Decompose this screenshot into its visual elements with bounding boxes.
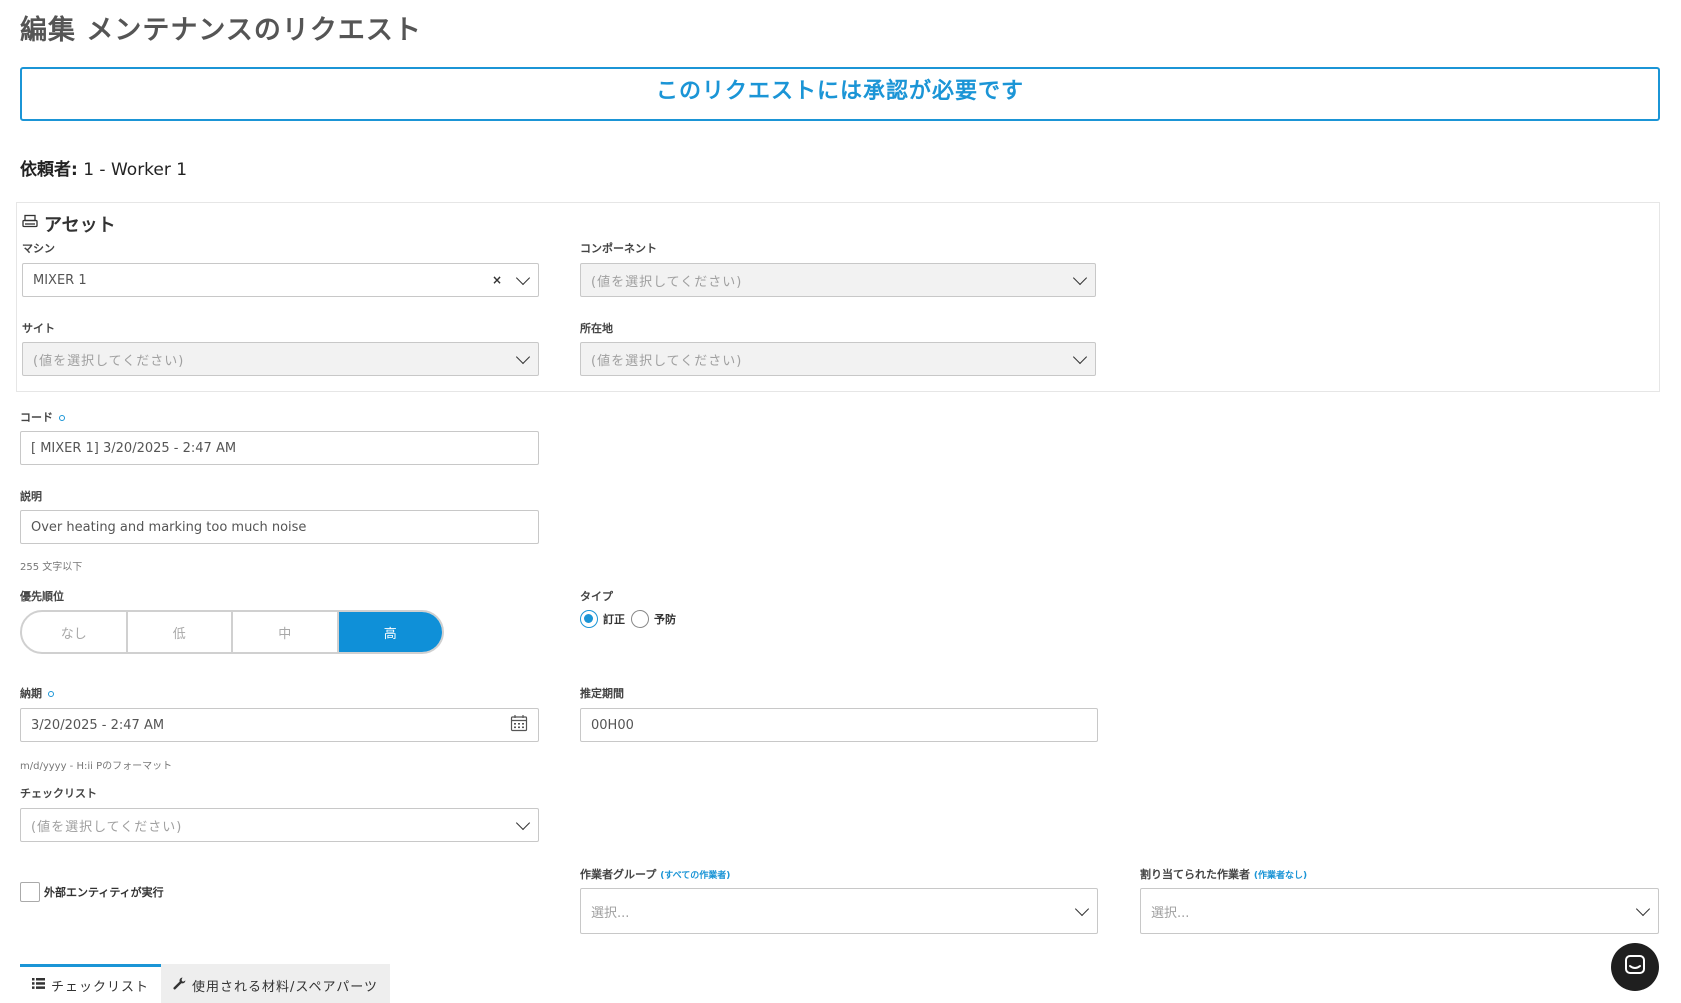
type-radio-corrective[interactable] [580,610,598,628]
priority-option-none[interactable]: なし [22,612,128,652]
no-worker-link[interactable]: (作業者なし) [1254,871,1307,881]
tab-checklist[interactable]: チェックリスト [20,964,162,1003]
chevron-down-icon [515,270,531,285]
component-label: コンポーネント [580,242,657,255]
tab-materials[interactable]: 使用される材料/スペアパーツ [161,964,390,1003]
approval-banner: このリクエストには承認が必要です [20,67,1660,121]
calendar-icon[interactable] [510,714,528,736]
chevron-down-icon [1072,349,1088,364]
assigned-worker-select[interactable]: 選択... [1140,888,1659,934]
worker-group-label-text: 作業者グループ [580,868,657,881]
wrench-icon [173,977,186,994]
due-date-value: 3/20/2025 - 2:47 AM [31,717,165,733]
code-input[interactable]: [ MIXER 1] 3/20/2025 - 2:47 AM [20,431,539,465]
checklist-label: チェックリスト [20,787,97,800]
due-date-input[interactable]: 3/20/2025 - 2:47 AM [20,708,539,742]
location-select[interactable]: (値を選択してください) [580,342,1096,376]
assigned-worker-label: 割り当てられた作業者 (作業者なし) [1140,866,1307,882]
component-select-placeholder: (値を選択してください) [591,274,743,290]
chat-icon [1623,953,1647,981]
code-label-text: コード [20,411,53,424]
approval-banner-text: このリクエストには承認が必要です [655,79,1024,104]
due-date-label-text: 納期 [20,687,42,700]
priority-option-high[interactable]: 高 [338,612,442,652]
location-select-placeholder: (値を選択してください) [591,353,743,369]
list-icon [32,978,45,993]
component-select[interactable]: (値を選択してください) [580,263,1096,297]
external-entity-checkbox[interactable] [20,882,40,902]
assigned-worker-label-text: 割り当てられた作業者 [1140,868,1250,881]
asset-header: アセット [22,211,116,237]
priority-label: 優先順位 [20,590,64,603]
code-label: コード [20,409,65,425]
priority-option-low[interactable]: 低 [128,612,233,652]
bottom-tabs: チェックリスト 使用される材料/スペアパーツ [20,964,390,1003]
type-radio-corrective-label: 訂正 [603,613,625,626]
external-entity-row: 外部エンティティが実行 [20,882,164,902]
tab-materials-label: 使用される材料/スペアパーツ [192,980,378,995]
chevron-down-icon [1072,270,1088,285]
assigned-worker-placeholder: 選択... [1151,905,1190,921]
type-radio-preventive-label: 予防 [654,613,676,626]
requester-value: 1 - Worker 1 [77,160,188,180]
estimated-duration-input[interactable]: 00H00 [580,708,1098,742]
chevron-down-icon [1635,901,1651,916]
chat-button[interactable] [1611,943,1659,991]
chevron-down-icon [515,815,531,830]
machine-select[interactable]: MIXER 1 × [22,263,539,297]
priority-segmented-control: なし 低 中 高 [20,610,444,654]
site-label: サイト [22,322,55,335]
clear-icon[interactable]: × [492,273,502,287]
site-select-placeholder: (値を選択してください) [33,353,185,369]
description-hint: 255 文字以下 [20,562,83,573]
type-label: タイプ [580,590,613,603]
priority-option-medium[interactable]: 中 [233,612,339,652]
type-radio-preventive[interactable] [631,610,649,628]
location-label: 所在地 [580,322,613,335]
type-radio-group: 訂正 予防 [580,610,676,628]
printer-icon [22,214,38,235]
external-entity-label: 外部エンティティが実行 [44,886,164,899]
worker-group-select[interactable]: 選択... [580,888,1098,934]
description-input[interactable]: Over heating and marking too much noise [20,510,539,544]
worker-group-label: 作業者グループ (すべての作業者) [580,866,730,882]
site-select[interactable]: (値を選択してください) [22,342,539,376]
asset-header-label: アセット [44,215,116,236]
worker-group-placeholder: 選択... [591,905,630,921]
due-date-label: 納期 [20,685,54,701]
tab-checklist-label: チェックリスト [51,980,150,995]
requester-label: 依頼者: [20,160,78,180]
required-icon [48,691,54,697]
chevron-down-icon [515,349,531,364]
machine-select-value: MIXER 1 [33,272,87,288]
required-icon [59,415,65,421]
page-title: 編集 メンテナンスのリクエスト [20,15,422,46]
checklist-select-placeholder: (値を選択してください) [31,819,183,835]
chevron-down-icon [1074,901,1090,916]
description-label: 説明 [20,490,42,503]
due-date-hint: m/d/yyyy - H:ii Pのフォーマット [20,761,173,772]
checklist-select[interactable]: (値を選択してください) [20,808,539,842]
machine-label: マシン [22,242,55,255]
estimated-duration-label: 推定期間 [580,687,624,700]
all-workers-link[interactable]: (すべての作業者) [660,871,730,881]
requester-line: 依頼者: 1 - Worker 1 [20,155,187,180]
